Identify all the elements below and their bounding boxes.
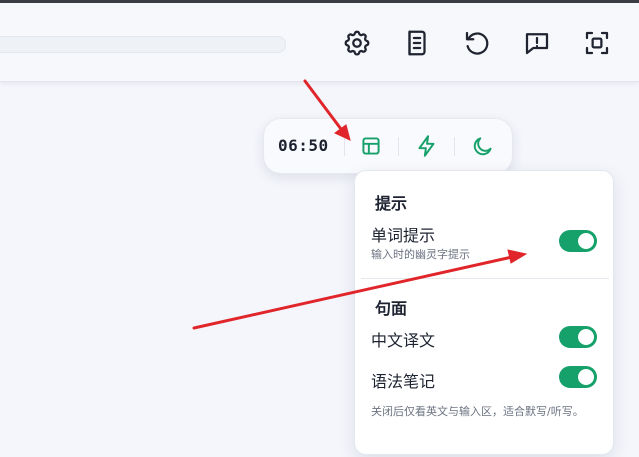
grammar-notes-toggle[interactable] xyxy=(559,366,597,388)
word-hint-label: 单词提示 xyxy=(371,226,436,245)
display-settings-panel: 提示 单词提示 输入时的幽灵字提示 句面 中文译文 语法笔记 关闭后仅看英文与输… xyxy=(354,170,614,455)
translation-label: 中文译文 xyxy=(371,331,436,350)
translation-toggle[interactable] xyxy=(559,326,597,348)
refresh-icon xyxy=(465,31,489,55)
quick-mode-button[interactable] xyxy=(414,133,440,159)
panel-footnote: 关闭后仅看英文与输入区，适合默写/听写。 xyxy=(371,405,584,418)
moon-icon xyxy=(473,137,492,156)
top-header xyxy=(0,3,639,82)
timer-display: 06:50 xyxy=(278,136,329,155)
toolbar-divider xyxy=(454,137,455,156)
notes-button[interactable] xyxy=(402,28,432,58)
toggle-knob xyxy=(578,329,594,345)
toggle-knob xyxy=(578,233,594,249)
word-hint-description: 输入时的幽灵字提示 xyxy=(371,248,470,261)
reset-button[interactable] xyxy=(462,28,492,58)
layout-icon xyxy=(362,137,380,155)
toggle-knob xyxy=(578,369,594,385)
book-icon xyxy=(408,30,426,56)
settings-button[interactable] xyxy=(342,28,372,58)
fullscreen-button[interactable] xyxy=(582,28,612,58)
layout-toggle-button[interactable] xyxy=(358,133,384,159)
section-title-sentence: 句面 xyxy=(375,299,408,318)
gear-icon xyxy=(344,30,370,56)
lightning-icon xyxy=(418,135,435,157)
feedback-icon xyxy=(525,33,549,55)
toolbar-divider xyxy=(398,137,399,156)
section-title-hints: 提示 xyxy=(375,194,408,213)
toolbar-divider xyxy=(344,137,345,156)
fullscreen-icon xyxy=(585,31,609,55)
word-hint-toggle[interactable] xyxy=(559,230,597,252)
progress-bar xyxy=(0,36,286,53)
feedback-button[interactable] xyxy=(522,28,552,58)
grammar-notes-label: 语法笔记 xyxy=(371,372,436,391)
section-divider xyxy=(361,278,609,279)
dark-mode-button[interactable] xyxy=(470,133,496,159)
floating-toolbar: 06:50 xyxy=(263,118,513,174)
